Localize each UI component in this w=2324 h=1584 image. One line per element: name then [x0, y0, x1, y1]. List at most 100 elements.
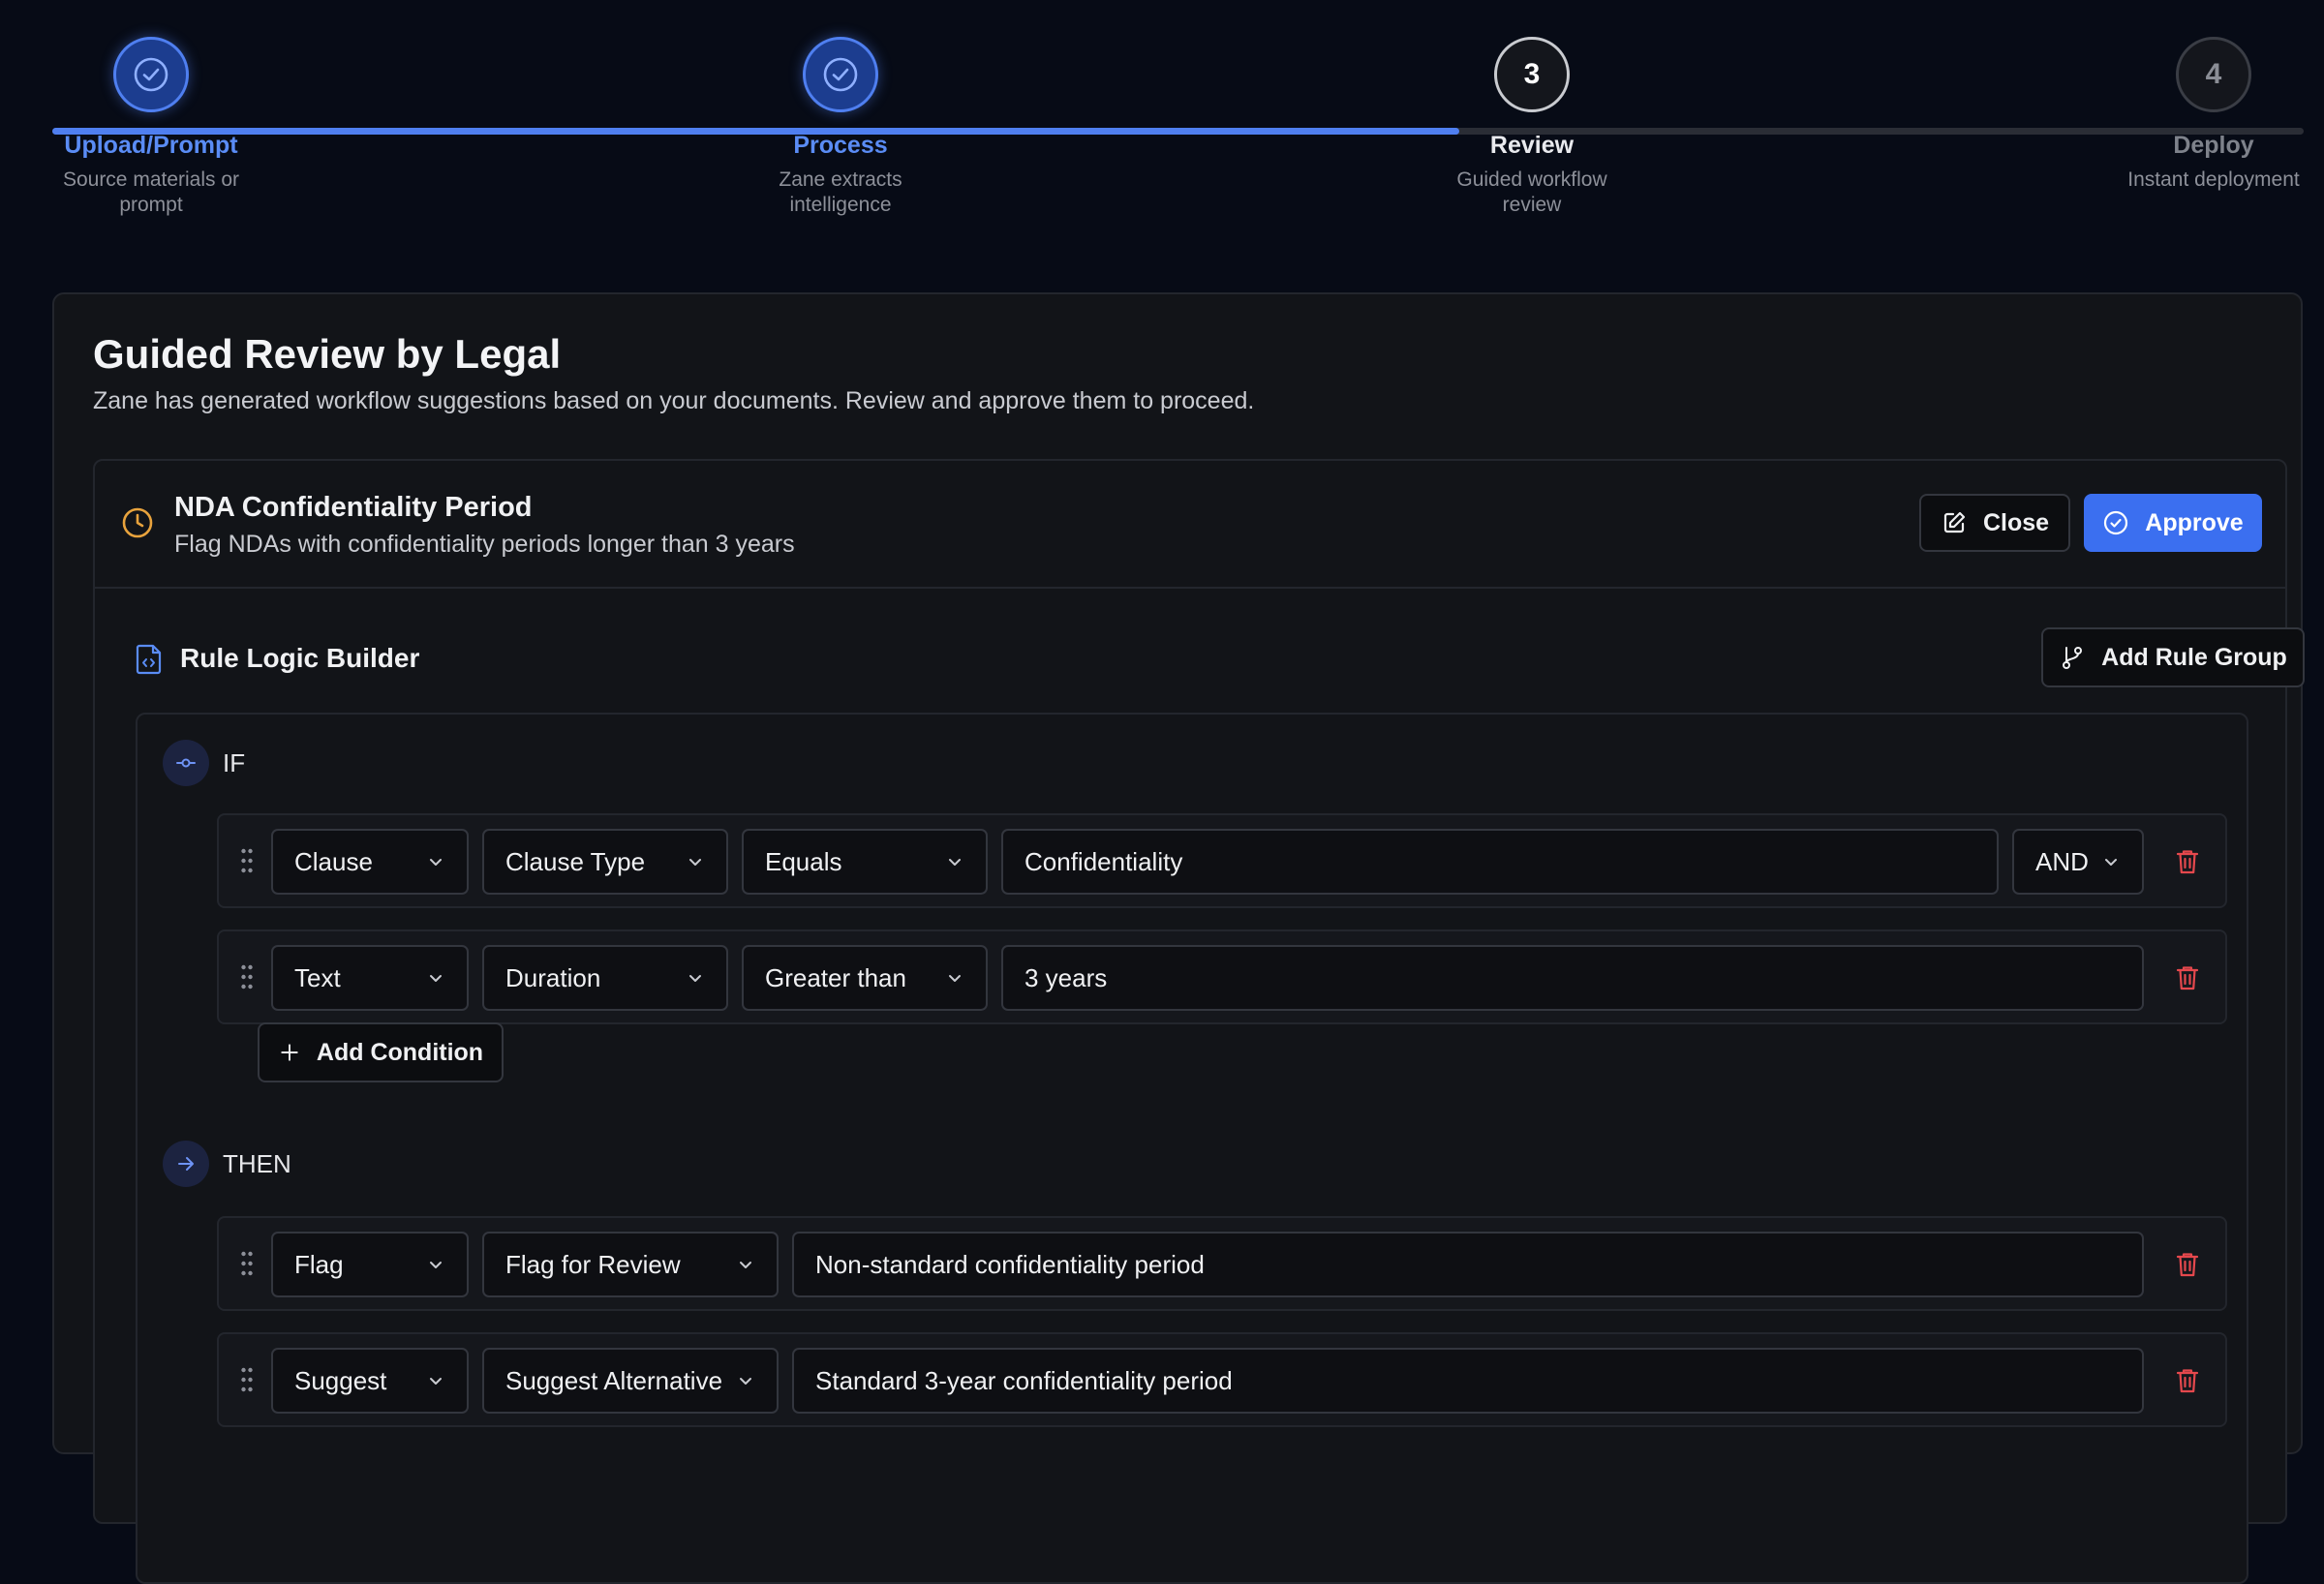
trash-icon[interactable]: [2175, 1251, 2200, 1278]
trash-icon[interactable]: [2175, 964, 2200, 991]
step-description-line: Instant deployment: [2127, 168, 2300, 191]
drag-handle-icon[interactable]: [240, 1367, 254, 1392]
step-number: 3: [1494, 37, 1570, 112]
condition-operator-select[interactable]: Greater than: [742, 945, 988, 1011]
rule-title: NDA Confidentiality Period: [174, 492, 533, 523]
step-description-line: Zane extracts: [779, 168, 902, 191]
then-badge: [163, 1141, 209, 1187]
select-value: Suggest: [294, 1365, 387, 1395]
select-value: Suggest Alternative: [505, 1365, 723, 1395]
git-branch-icon: [2063, 647, 2083, 669]
chevron-down-icon: [430, 859, 442, 866]
step-circle: [113, 37, 189, 112]
chevron-down-icon: [949, 859, 961, 866]
check-circle-icon: [134, 57, 168, 92]
step-description: Zane extracts intelligence: [715, 168, 966, 218]
step-description-line: prompt: [119, 194, 183, 216]
approve-button-label: Approve: [2145, 508, 2244, 536]
select-value: AND: [2035, 846, 2089, 876]
action-row: Flag Flag for Review Non-standard confid…: [217, 1216, 2227, 1311]
condition-row: Clause Clause Type Equals Confidentialit…: [217, 813, 2227, 908]
select-value: Greater than: [765, 962, 906, 992]
check-circle-icon: [2104, 510, 2128, 535]
step-deploy[interactable]: 4 Deploy Instant deployment: [2088, 37, 2324, 193]
review-panel: Guided Review by Legal Zane has generate…: [52, 292, 2305, 1584]
file-code-icon: [136, 644, 162, 675]
check-circle-icon: [823, 57, 858, 92]
if-badge: [163, 740, 209, 786]
action-select[interactable]: Suggest Alternative: [482, 1348, 779, 1414]
step-description-line: review: [1502, 194, 1562, 216]
condition-attribute-select[interactable]: Duration: [482, 945, 728, 1011]
then-label: THEN: [223, 1148, 291, 1178]
select-value: Clause Type: [505, 846, 646, 876]
select-value: Duration: [505, 962, 601, 992]
chevron-down-icon: [430, 1378, 442, 1385]
condition-field-select[interactable]: Text: [271, 945, 469, 1011]
add-condition-label: Add Condition: [316, 1038, 484, 1066]
trash-icon[interactable]: [2175, 1367, 2200, 1394]
step-label: Review: [1489, 132, 1575, 159]
rule-description: Flag NDAs with confidentiality periods l…: [174, 531, 795, 558]
step-description-line: Source materials or: [62, 168, 240, 191]
condition-operator-select[interactable]: Equals: [742, 829, 988, 895]
add-rule-group-button[interactable]: Add Rule Group: [2041, 627, 2305, 687]
step-description-line: intelligence: [789, 194, 892, 216]
step-description: Guided workflow review: [1406, 168, 1658, 218]
rule-builder: IF Clause Clause Type Equals Confidentia…: [136, 713, 2248, 1584]
chevron-down-icon: [430, 975, 442, 982]
action-type-select[interactable]: Flag: [271, 1232, 469, 1297]
condition-row: Text Duration Greater than 3 years: [217, 929, 2227, 1024]
chevron-down-icon: [740, 1378, 751, 1385]
step-number: 4: [2176, 37, 2251, 112]
select-value: Flag: [294, 1249, 344, 1279]
action-value-input[interactable]: Standard 3-year confidentiality period: [792, 1348, 2144, 1414]
step-circle: [803, 37, 878, 112]
rule-card: NDA Confidentiality Period Flag NDAs wit…: [93, 459, 2305, 1584]
clock-icon: [122, 507, 153, 538]
condition-value-input[interactable]: Confidentiality: [1001, 829, 1999, 895]
action-type-select[interactable]: Suggest: [271, 1348, 469, 1414]
if-section-header: IF: [163, 740, 245, 786]
action-value-input[interactable]: Non-standard confidentiality period: [792, 1232, 2144, 1297]
arrow-right-icon: [178, 1157, 194, 1171]
step-label: Upload/Prompt: [64, 132, 238, 159]
condition-field-select[interactable]: Clause: [271, 829, 469, 895]
select-value: Text: [294, 962, 341, 992]
rule-logic-builder-title: Rule Logic Builder: [180, 643, 420, 673]
step-process[interactable]: Process Zane extracts intelligence: [715, 37, 966, 218]
step-description: Source materials or prompt: [25, 168, 277, 218]
condition-joiner-select[interactable]: AND: [2012, 829, 2144, 895]
page-subtitle: Zane has generated workflow suggestions …: [93, 387, 1255, 414]
rule-card-header: NDA Confidentiality Period Flag NDAs wit…: [95, 461, 2285, 589]
then-section-header: THEN: [163, 1141, 291, 1187]
chevron-down-icon: [2105, 859, 2117, 866]
add-rule-group-label: Add Rule Group: [2101, 643, 2287, 671]
approve-button[interactable]: Approve: [2084, 494, 2262, 552]
chevron-down-icon: [740, 1262, 751, 1268]
step-upload-prompt[interactable]: Upload/Prompt Source materials or prompt: [25, 37, 277, 218]
plus-icon: [281, 1044, 298, 1061]
add-condition-button[interactable]: Add Condition: [258, 1022, 504, 1082]
chevron-down-icon: [689, 859, 701, 866]
drag-handle-icon[interactable]: [240, 1251, 254, 1276]
step-description-line: Guided workflow: [1456, 168, 1607, 191]
condition-attribute-select[interactable]: Clause Type: [482, 829, 728, 895]
step-review[interactable]: 3 Review Guided workflow review: [1406, 37, 1658, 218]
select-value: Equals: [765, 846, 842, 876]
chevron-down-icon: [430, 1262, 442, 1268]
chevron-down-icon: [949, 975, 961, 982]
action-select[interactable]: Flag for Review: [482, 1232, 779, 1297]
commit-icon: [176, 758, 196, 768]
chevron-down-icon: [689, 975, 701, 982]
drag-handle-icon[interactable]: [240, 964, 254, 990]
drag-handle-icon[interactable]: [240, 848, 254, 873]
progress-stepper: Upload/Prompt Source materials or prompt…: [0, 0, 2324, 232]
condition-value-input[interactable]: 3 years: [1001, 945, 2144, 1011]
trash-icon[interactable]: [2175, 848, 2200, 875]
action-row: Suggest Suggest Alternative Standard 3-y…: [217, 1332, 2227, 1427]
select-value: Flag for Review: [505, 1249, 681, 1279]
step-description: Instant deployment: [2088, 168, 2324, 193]
close-button[interactable]: Close: [1919, 494, 2070, 552]
if-label: IF: [223, 747, 246, 777]
